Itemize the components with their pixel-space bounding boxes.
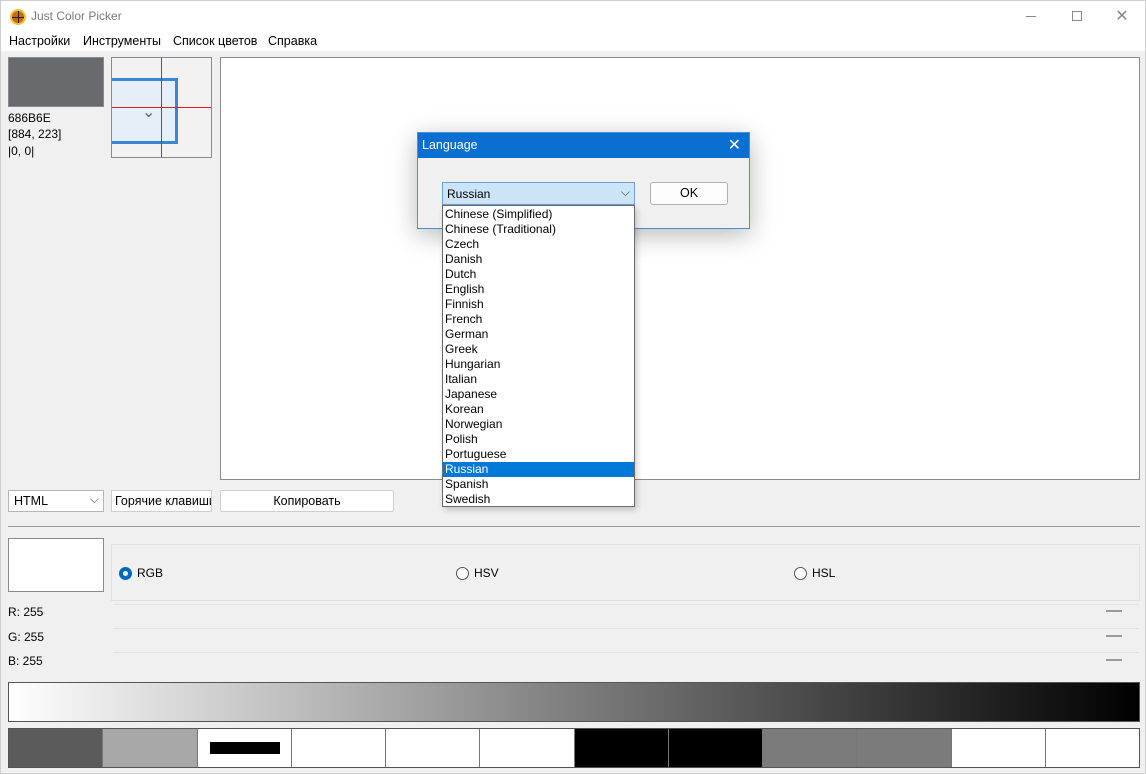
radio-rgb-label: RGB [137,566,164,580]
blue-slider-thumb[interactable] [1106,659,1122,661]
minimize-icon [1026,15,1036,17]
gradient-bar[interactable] [8,682,1140,722]
red-value-label: R: 255 [8,605,44,619]
palette-swatch[interactable] [951,729,1046,767]
menu-settings[interactable]: Настройки [9,34,70,48]
language-option[interactable]: Portuguese [443,447,634,462]
crosshair-horizontal [112,107,211,108]
chevron-down-icon: ⌵ [89,492,99,506]
palette-swatch[interactable] [668,729,763,767]
minimize-button[interactable] [1008,1,1054,31]
radio-selected-icon [119,566,132,580]
language-option[interactable]: Finnish [443,297,634,312]
dialog-title: Language [422,138,478,152]
palette-swatch[interactable] [480,729,575,767]
color-model-panel [111,544,1140,601]
dialog-title-bar: Language ✕ [418,133,749,158]
copy-button[interactable]: Копировать [220,490,394,512]
language-option[interactable]: Japanese [443,387,634,402]
red-slider-track[interactable] [113,604,1139,605]
current-color-swatch [8,57,104,107]
language-option[interactable]: Russian [443,462,634,477]
radio-hsv-label: HSV [474,566,499,580]
language-option[interactable]: German [443,327,634,342]
language-option[interactable]: Greek [443,342,634,357]
format-select-value: HTML [14,494,49,508]
language-option[interactable]: Swedish [443,492,634,507]
radio-hsl-label: HSL [812,566,836,580]
radio-hsv[interactable]: HSV [456,566,499,580]
palette-swatch[interactable] [574,729,669,767]
green-slider-thumb[interactable] [1106,635,1122,637]
language-option[interactable]: Spanish [443,477,634,492]
language-select-value: Russian [447,187,491,201]
language-option[interactable]: Italian [443,372,634,387]
blue-value-label: B: 255 [8,654,43,668]
hotkeys-button[interactable]: Горячие клавиши [111,490,212,512]
color-picker-app-icon [10,9,26,25]
color-list-area[interactable] [220,57,1140,480]
title-bar: Just Color Picker ✕ [1,1,1145,31]
screen-coordinates: [884, 223] [8,127,62,141]
dialog-close-icon[interactable]: ✕ [728,135,741,155]
radio-unselected-icon [794,566,807,580]
radio-rgb[interactable]: RGB [119,566,163,580]
app-window: Just Color Picker ✕ Настройки Инструмент… [0,0,1146,774]
language-option[interactable]: Polish [443,432,634,447]
hex-value: 686B6E [8,111,51,125]
maximize-icon [1072,11,1082,21]
magnifier-view: ⌄ [111,57,212,158]
green-slider-track[interactable] [113,628,1139,629]
menu-color-list[interactable]: Список цветов [173,34,257,48]
picked-color-swatch [8,538,104,592]
close-icon: ✕ [1115,8,1129,25]
language-option[interactable]: Hungarian [443,357,634,372]
red-slider-thumb[interactable] [1106,610,1122,612]
radio-unselected-icon [456,566,469,580]
cursor-icon: ⌄ [142,104,156,121]
palette-swatch[interactable] [103,729,198,767]
crosshair-vertical [161,58,162,157]
palette-swatch[interactable] [386,729,481,767]
maximize-button[interactable] [1054,1,1100,31]
language-option[interactable]: Chinese (Simplified) [443,207,634,222]
format-select[interactable]: HTML ⌵ [8,490,104,512]
language-select[interactable]: Russian ⌵ [442,182,635,205]
divider [8,526,1140,527]
palette-swatch[interactable] [857,729,952,767]
palette-swatch[interactable] [197,729,292,767]
language-option[interactable]: French [443,312,634,327]
palette-swatch[interactable] [9,729,104,767]
window-title: Just Color Picker [31,9,122,23]
close-button[interactable]: ✕ [1099,1,1145,31]
chevron-down-icon: ⌵ [620,185,630,199]
relative-coordinates: |0, 0| [8,144,35,158]
language-option[interactable]: Norwegian [443,417,634,432]
color-palette [8,728,1140,768]
language-option[interactable]: Czech [443,237,634,252]
palette-swatch[interactable] [291,729,386,767]
menu-tools[interactable]: Инструменты [83,34,161,48]
language-option[interactable]: English [443,282,634,297]
menu-bar: Настройки Инструменты Список цветов Спра… [1,31,1145,51]
language-option[interactable]: Danish [443,252,634,267]
blue-slider-track[interactable] [113,652,1139,653]
green-value-label: G: 255 [8,630,45,644]
language-option[interactable]: Chinese (Traditional) [443,222,634,237]
language-option[interactable]: Korean [443,402,634,417]
menu-help[interactable]: Справка [268,34,317,48]
radio-hsl[interactable]: HSL [794,566,835,580]
palette-swatch[interactable] [763,729,858,767]
palette-swatch[interactable] [1045,729,1139,767]
palette-inner-swatch [209,742,280,754]
language-dropdown-list: Chinese (Simplified) Chinese (Traditional… [442,205,635,507]
language-option[interactable]: Dutch [443,267,634,282]
ok-button[interactable]: OK [650,182,728,205]
